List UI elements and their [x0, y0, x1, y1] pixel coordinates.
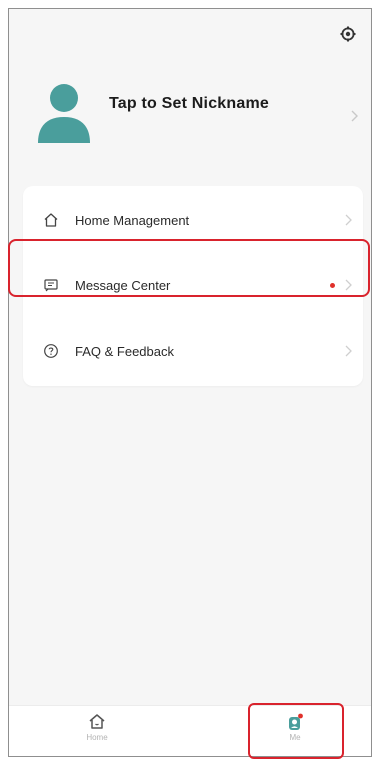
chevron-right-icon	[351, 110, 358, 122]
menu-item-faq-feedback[interactable]: FAQ & Feedback	[23, 323, 363, 379]
menu-item-label: FAQ & Feedback	[75, 343, 174, 359]
tab-label: Home	[86, 733, 108, 742]
phone-screen: Tap to Set Nickname Home Management Mess…	[8, 8, 372, 757]
chevron-right-icon	[345, 345, 352, 357]
tab-bar: Home Me	[9, 705, 371, 756]
chevron-right-icon	[345, 279, 352, 291]
menu-item-label: Message Center	[75, 277, 171, 293]
tab-label: Me	[289, 733, 301, 742]
unread-dot	[330, 282, 335, 288]
message-icon	[41, 275, 61, 295]
help-icon	[41, 341, 61, 361]
tab-home[interactable]: Home	[67, 712, 127, 752]
nickname-prompt[interactable]: Tap to Set Nickname	[109, 95, 269, 113]
home-tab-icon	[89, 714, 105, 729]
menu-item-label: Home Management	[75, 212, 190, 228]
menu-card: Home Management Message Center FAQ & Fee…	[23, 186, 363, 386]
tab-me[interactable]: Me	[265, 712, 325, 752]
settings-button[interactable]	[339, 25, 357, 43]
chevron-right-icon	[345, 214, 352, 226]
menu-item-message-center[interactable]: Message Center	[23, 257, 363, 313]
gear-icon	[340, 26, 356, 42]
avatar-icon	[38, 84, 90, 143]
menu-item-home-management[interactable]: Home Management	[23, 192, 363, 248]
me-tab-icon	[289, 713, 303, 730]
profile-header[interactable]: Tap to Set Nickname	[9, 69, 371, 169]
home-icon	[41, 210, 61, 230]
